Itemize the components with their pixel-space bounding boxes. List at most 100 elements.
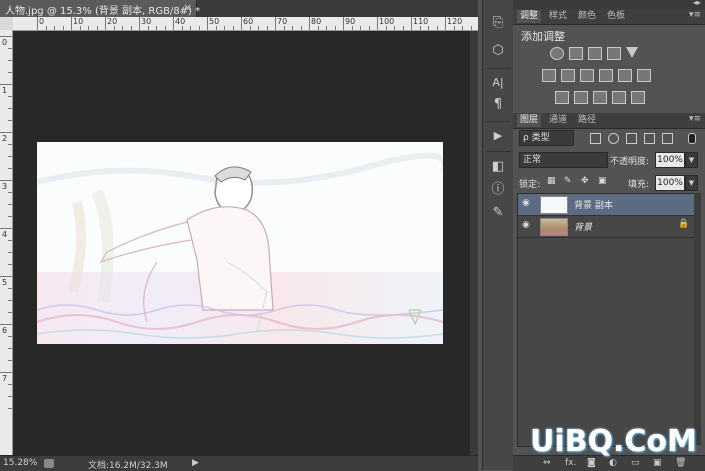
lock-position-icon[interactable]: ✥ <box>581 177 590 186</box>
paragraph-icon[interactable]: ¶ <box>488 96 508 114</box>
adjustments-title: 添加调整 <box>521 30 565 43</box>
vertical-ruler[interactable]: 0 1 2 3 4 5 6 7 <box>0 30 13 455</box>
ruler-label: 4 <box>2 230 8 239</box>
layer-name[interactable]: 背景 <box>574 220 592 233</box>
tab-layers[interactable]: 图层 <box>517 114 542 127</box>
layer-style-icon[interactable]: fx. <box>565 458 576 468</box>
layer-list-scrollbar[interactable] <box>694 193 701 445</box>
status-info-icon[interactable] <box>44 459 54 468</box>
tab-styles[interactable]: 样式 <box>546 10 570 23</box>
ruler-label: 80 <box>311 17 322 26</box>
status-menu-arrow-icon[interactable]: ▶ <box>192 458 199 468</box>
watermark-logo: UiBQ.CoM <box>530 424 697 459</box>
ruler-label: 10 <box>73 17 84 26</box>
ruler-minor-tick <box>45 26 47 30</box>
vibrance-icon[interactable] <box>626 47 638 58</box>
new-adjustment-icon[interactable]: ◐ <box>609 458 617 468</box>
levels-icon[interactable] <box>569 47 583 60</box>
threshold-icon[interactable] <box>593 91 607 104</box>
document-artwork[interactable] <box>37 142 443 344</box>
tab-paths[interactable]: 路径 <box>575 114 599 127</box>
hue-saturation-icon[interactable] <box>542 69 556 82</box>
zoom-level[interactable]: 15.28% <box>3 458 37 468</box>
link-layers-icon[interactable]: ⇔ <box>543 458 551 468</box>
selective-color-icon[interactable] <box>631 91 645 104</box>
ruler-minor-tick <box>62 26 64 30</box>
ruler-minor-tick <box>8 144 12 145</box>
color-balance-icon[interactable] <box>561 69 575 82</box>
visibility-eye-icon[interactable]: ◉ <box>522 199 532 208</box>
lock-image-icon[interactable]: ✎ <box>564 177 573 186</box>
color-lookup-icon[interactable] <box>637 69 651 82</box>
curves-icon[interactable] <box>588 47 602 60</box>
ruler-label: 1 <box>2 86 8 95</box>
filter-shape-icon[interactable] <box>644 133 655 144</box>
lock-all-icon[interactable]: ▣ <box>598 177 607 186</box>
tab-adjustments[interactable]: 调整 <box>517 10 542 23</box>
filter-toggle[interactable] <box>688 133 696 144</box>
gradient-map-icon[interactable] <box>612 91 626 104</box>
ruler-origin[interactable] <box>0 17 14 31</box>
horizontal-ruler[interactable]: 0 10 20 30 40 50 60 70 80 90 100 110 120 <box>13 17 478 31</box>
channel-mixer-icon[interactable] <box>618 69 632 82</box>
ruler-minor-tick <box>462 26 463 30</box>
tab-color[interactable]: 颜色 <box>575 10 599 23</box>
ruler-minor-tick <box>300 26 302 30</box>
ruler-major-tick <box>71 17 72 30</box>
history-icon[interactable]: ⎘ <box>488 14 508 32</box>
character-icon[interactable]: A| <box>488 74 508 92</box>
filter-adjustment-icon[interactable] <box>608 133 619 144</box>
brush-presets-icon[interactable]: ✎ <box>488 204 508 222</box>
exposure-icon[interactable] <box>607 47 621 60</box>
ruler-label: 50 <box>209 17 220 26</box>
canvas-vertical-scrollbar[interactable] <box>470 31 478 455</box>
layer-row[interactable]: ◉ 背景 副本 <box>518 194 694 216</box>
panel-menu-icon[interactable]: ▾≡ <box>689 10 701 20</box>
ruler-major-tick <box>0 372 12 373</box>
filter-smart-object-icon[interactable] <box>662 133 673 144</box>
opacity-input[interactable]: 100% <box>655 152 685 168</box>
info-icon[interactable]: ⓘ <box>488 181 508 199</box>
ruler-minor-tick <box>292 26 293 30</box>
play-actions-icon[interactable]: ▶ <box>488 127 508 145</box>
right-panel-dock: ◂▸ 调整 样式 颜色 色板 ▾≡ 添加调整 图层 通道 路径 ▾≡ ρ 类型 … <box>513 0 705 471</box>
photo-filter-icon[interactable] <box>599 69 613 82</box>
fill-input[interactable]: 100% <box>655 175 685 191</box>
layer-comps-icon[interactable]: ◧ <box>488 158 508 176</box>
tab-swatches[interactable]: 色板 <box>604 10 628 23</box>
layer-name[interactable]: 背景 副本 <box>574 198 613 211</box>
layers-panel-menu-icon[interactable]: ▾≡ <box>689 114 701 124</box>
opacity-dropdown-icon[interactable]: ▼ <box>685 152 698 168</box>
ruler-minor-tick <box>8 168 12 169</box>
visibility-eye-icon[interactable]: ◉ <box>522 221 532 230</box>
black-white-icon[interactable] <box>580 69 594 82</box>
layer-mask-icon[interactable]: ◙ <box>587 458 596 468</box>
ruler-minor-tick <box>334 26 336 30</box>
layer-filter-select[interactable]: ρ 类型 <box>519 130 574 146</box>
close-icon[interactable]: × <box>183 1 192 14</box>
posterize-icon[interactable] <box>574 91 588 104</box>
layer-row[interactable]: ◉ 背景 🔒 <box>518 216 694 238</box>
3d-cube-icon[interactable]: ⬡ <box>488 42 508 60</box>
document-tab[interactable]: 人物.jpg @ 15.3% (背景 副本, RGB/8#) * × <box>0 0 200 17</box>
fill-dropdown-icon[interactable]: ▼ <box>685 175 698 191</box>
ruler-major-tick <box>343 17 344 30</box>
ruler-minor-tick <box>351 26 353 30</box>
filter-pixel-icon[interactable] <box>590 133 601 144</box>
ruler-major-tick <box>105 17 106 30</box>
new-layer-icon[interactable]: ▣ <box>653 458 662 468</box>
layers-tab-bar: 图层 通道 路径 ▾≡ <box>513 113 705 129</box>
blend-mode-select[interactable]: 正常 <box>519 152 608 168</box>
lock-transparent-icon[interactable]: ▦ <box>547 177 556 186</box>
ruler-minor-tick <box>8 384 12 385</box>
ruler-minor-tick <box>181 26 183 30</box>
filter-type-icon[interactable] <box>626 133 637 144</box>
brightness-icon[interactable] <box>550 47 564 60</box>
tool-separator <box>486 121 510 122</box>
tab-channels[interactable]: 通道 <box>546 114 570 127</box>
ruler-label: 60 <box>243 17 254 26</box>
delete-layer-icon[interactable]: 🗑 <box>675 458 686 468</box>
invert-icon[interactable] <box>555 91 569 104</box>
collapse-icon[interactable]: ◂▸ <box>693 0 701 7</box>
new-group-icon[interactable]: ▭ <box>631 458 640 468</box>
